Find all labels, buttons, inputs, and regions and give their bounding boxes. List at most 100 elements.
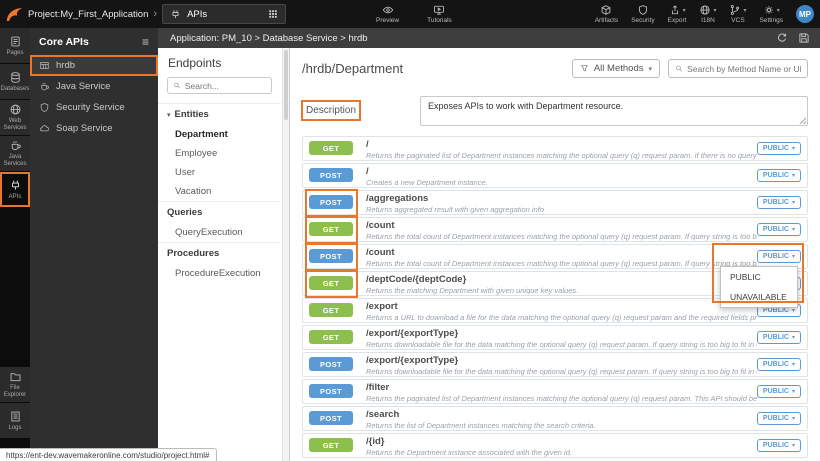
http-method-badge: POST [309,195,353,209]
sidebar-item-logs[interactable]: Logs [0,403,30,438]
search-icon [675,64,683,73]
tree-item-procedureexecution[interactable]: ProcedureExecution [158,264,281,283]
access-level-dropdown[interactable]: PUBLIC▾ [757,223,801,236]
endpoint-description: Returns the matching Department with giv… [366,286,757,295]
chevron-down-icon: ▾ [792,307,795,314]
api-endpoint-row[interactable]: GET /count Returns the total count of De… [302,217,808,242]
hamburger-icon[interactable]: ≡ [142,35,149,49]
export-button[interactable]: ▾ Export [668,4,687,24]
chevron-right-icon: › [153,8,157,20]
access-level-dropdown[interactable]: PUBLIC▾ [757,250,801,263]
endpoint-description: Returns downloadable file for the data m… [366,367,757,376]
filter-funnel-icon [580,64,589,73]
core-api-item-soap-service[interactable]: Soap Service [30,118,158,139]
sidebar-item-web-services[interactable]: Web Services [0,100,30,135]
api-endpoint-row[interactable]: POST /search Returns the list of Departm… [302,406,808,431]
breadcrumb-bar: Application: PM_10 > Database Service > … [158,28,820,48]
sidebar-item-file-explorer[interactable]: File Explorer [0,367,30,402]
status-url: https://ent-dev.wavemakeronline.com/stud… [0,448,217,461]
i18n-button[interactable]: ▾ I18N [699,4,716,24]
method-search-input[interactable] [687,64,801,74]
core-api-item-security-service[interactable]: Security Service [30,97,158,118]
access-dropdown-menu: PUBLIC UNAVAILABLE [720,266,798,308]
api-endpoint-row[interactable]: GET / Returns the paginated list of Depa… [302,136,808,161]
tutorials-button[interactable]: Tutorials [427,4,452,24]
methods-filter-dropdown[interactable]: All Methods ▾ [572,59,660,78]
tree-section-procedures[interactable]: Procedures [158,242,281,264]
endpoint-path: /count [366,221,757,231]
description-textarea[interactable]: Exposes APIs to work with Department res… [420,96,808,126]
left-icon-sidebar: Pages Databases Web Services Java Servic… [0,28,30,461]
access-level-dropdown[interactable]: PUBLIC▾ [757,358,801,371]
database-icon [9,71,22,84]
topbar-right-menu: Artifacts Security ▾ Export ▾ I18N ▾ VCS… [595,0,814,28]
core-api-item-hrdb[interactable]: hrdb [30,55,158,76]
access-level-dropdown[interactable]: PUBLIC▾ [757,169,801,182]
description-label: Description [306,105,356,116]
endpoint-description: Returns the total count of Department in… [366,259,757,268]
access-level-dropdown[interactable]: PUBLIC▾ [757,385,801,398]
api-endpoint-row[interactable]: POST / Creates a new Department instance… [302,163,808,188]
preview-button[interactable]: Preview [376,4,399,24]
vcs-button[interactable]: ▾ VCS [729,4,746,24]
endpoint-path: /{id} [366,437,757,447]
chevron-down-icon: ▾ [792,334,795,341]
sidebar-item-databases[interactable]: Databases [0,64,30,99]
globe-icon [699,4,711,16]
save-icon[interactable] [798,32,810,44]
sidebar-item-pages[interactable]: Pages [0,28,30,63]
core-api-item-java-service[interactable]: Java Service [30,76,158,97]
api-endpoint-row[interactable]: POST /count Returns the total count of D… [302,244,808,269]
grid-icon [268,9,278,19]
endpoints-search[interactable] [167,77,272,94]
api-endpoint-row[interactable]: POST /export/{exportType} Returns downlo… [302,352,808,377]
access-level-dropdown[interactable]: PUBLIC▾ [757,412,801,425]
endpoint-description: Returns the Department instance associat… [366,448,757,457]
endpoints-search-input[interactable] [185,81,266,91]
chevron-down-icon: ▾ [792,145,795,152]
page-title: /hrdb/Department [302,61,564,76]
tree-item-department[interactable]: Department [158,125,281,144]
folder-icon [9,370,22,383]
scrollbar[interactable] [282,48,289,461]
http-method-badge: GET [309,303,353,317]
tree-item-vacation[interactable]: Vacation [158,182,281,201]
tree-section-queries[interactable]: Queries [158,201,281,223]
menu-option-unavailable[interactable]: UNAVAILABLE [721,287,797,307]
sidebar-item-java-services[interactable]: Java Services [0,136,30,171]
api-endpoint-row[interactable]: GET /{id} Returns the Department instanc… [302,433,808,458]
user-avatar[interactable]: MP [796,5,814,23]
menu-option-public[interactable]: PUBLIC [721,267,797,287]
access-level-dropdown[interactable]: PUBLIC▾ [757,142,801,155]
endpoint-description: Returns a URL to download a file for the… [366,313,757,322]
http-method-badge: GET [309,276,353,290]
endpoint-description: Creates a new Department instance. [366,178,757,187]
tree-item-user[interactable]: User [158,163,281,182]
refresh-icon[interactable] [776,32,788,44]
chevron-down-icon: ▾ [743,7,746,14]
apis-plug-icon [9,179,22,192]
api-endpoint-row[interactable]: GET /export/{exportType} Returns downloa… [302,325,808,350]
api-detail-content: /hrdb/Department All Methods ▾ [290,48,820,461]
access-level-dropdown[interactable]: PUBLIC▾ [757,439,801,452]
http-method-badge: GET [309,438,353,452]
access-level-dropdown[interactable]: PUBLIC▾ [757,331,801,344]
sidebar-item-apis[interactable]: APIs [0,172,30,207]
tree-section-entities[interactable]: ▾ Entities [158,103,281,125]
api-endpoint-row[interactable]: POST /aggregations Returns aggregated re… [302,190,808,215]
http-method-badge: GET [309,330,353,344]
tree-item-employee[interactable]: Employee [158,144,281,163]
api-endpoint-row[interactable]: POST /filter Returns the paginated list … [302,379,808,404]
apis-workspace-tab[interactable]: APIs [162,4,286,24]
settings-button[interactable]: ▾ Settings [760,4,784,24]
access-level-dropdown[interactable]: PUBLIC▾ [757,196,801,209]
tree-item-queryexecution[interactable]: QueryExecution [158,223,281,242]
artifacts-button[interactable]: Artifacts [595,4,618,24]
chevron-down-icon: ▾ [648,65,652,73]
method-search[interactable] [668,59,808,78]
web-services-globe-icon [9,103,22,116]
endpoint-path: /export/{exportType} [366,329,757,339]
scrollbar-thumb[interactable] [284,50,288,120]
endpoint-path: /count [366,248,757,258]
security-button[interactable]: Security [631,4,654,24]
